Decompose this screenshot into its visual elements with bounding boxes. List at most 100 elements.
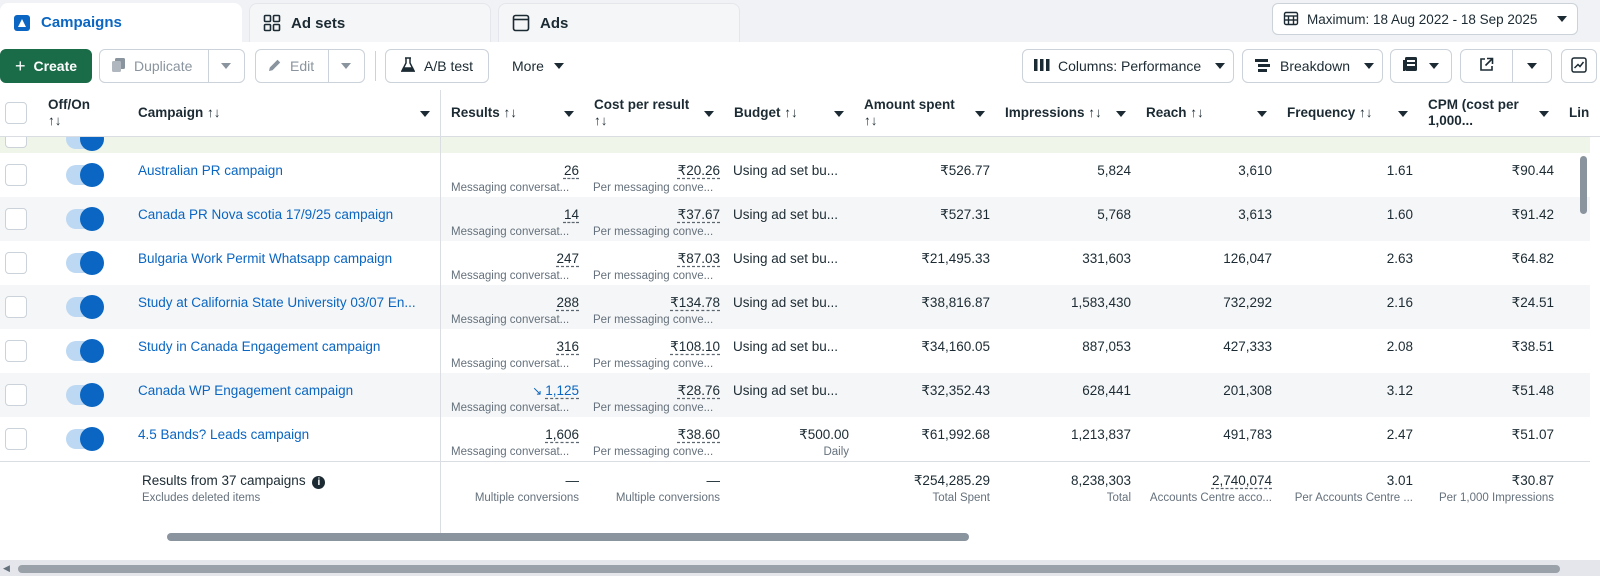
row-toggle[interactable]: [66, 207, 104, 231]
cpm-cell: ₹91.42: [1511, 207, 1554, 222]
tab-ad-sets[interactable]: Ad sets: [249, 3, 491, 42]
header-cpm[interactable]: CPM (cost per 1,000...: [1418, 90, 1559, 137]
chevron-down-icon[interactable]: [704, 111, 714, 117]
row-checkbox[interactable]: [5, 137, 27, 148]
summary-results: —: [565, 473, 580, 488]
row-toggle[interactable]: [66, 339, 104, 363]
columns-button[interactable]: Columns: Performance: [1022, 49, 1234, 83]
row-checkbox[interactable]: [5, 428, 27, 450]
chevron-down-icon[interactable]: [1116, 111, 1126, 117]
tab-campaigns[interactable]: Campaigns: [0, 3, 242, 42]
create-button[interactable]: + Create: [0, 49, 92, 83]
table-row[interactable]: Study at California State University 03/…: [0, 285, 1590, 329]
results-cell[interactable]: 26: [441, 163, 579, 178]
cost-per-result-cell[interactable]: ₹37.67: [584, 207, 720, 223]
results-cell[interactable]: 14: [441, 207, 579, 222]
duplicate-main[interactable]: Duplicate: [100, 50, 208, 82]
export-button[interactable]: [1460, 49, 1552, 83]
cost-per-result-cell[interactable]: ₹87.03: [584, 251, 720, 267]
results-cell[interactable]: 316: [441, 339, 579, 354]
amount-spent-cell: ₹61,992.68: [921, 427, 990, 442]
header-campaign[interactable]: Campaign ↑↓: [128, 90, 440, 137]
header-cost-per-result[interactable]: Cost per result ↑↓: [584, 90, 724, 137]
header-impressions[interactable]: Impressions ↑↓: [995, 90, 1136, 137]
results-cell[interactable]: 288: [441, 295, 579, 310]
more-button[interactable]: More: [512, 49, 564, 83]
breakdown-button[interactable]: Breakdown: [1242, 49, 1383, 83]
campaign-name-link[interactable]: Canada WP Engagement campaign: [138, 383, 353, 398]
row-checkbox[interactable]: [5, 164, 27, 186]
chevron-down-icon[interactable]: [1539, 111, 1549, 117]
chart-button[interactable]: [1561, 49, 1597, 83]
row-checkbox[interactable]: [5, 384, 27, 406]
cost-per-result-cell[interactable]: ₹20.26: [584, 163, 720, 179]
edit-button[interactable]: Edit: [255, 49, 365, 83]
date-range-picker[interactable]: Maximum: 18 Aug 2022 - 18 Sep 2025: [1272, 3, 1578, 35]
row-toggle[interactable]: [66, 427, 104, 451]
duplicate-button[interactable]: Duplicate: [99, 49, 245, 83]
scroll-left-icon[interactable]: ◀: [3, 563, 10, 574]
header-budget[interactable]: Budget ↑↓: [724, 90, 854, 137]
reports-button[interactable]: [1390, 49, 1452, 83]
chevron-down-icon[interactable]: [975, 111, 985, 117]
campaign-name-link[interactable]: Study in Canada Engagement campaign: [138, 339, 380, 354]
trend-chart-icon: [1571, 56, 1587, 76]
info-icon[interactable]: i: [312, 476, 326, 489]
table-row[interactable]: Australian PR campaign 26 Messaging conver…: [0, 153, 1590, 197]
header-frequency[interactable]: Frequency ↑↓: [1277, 90, 1418, 137]
summary-reach[interactable]: 2,740,074: [1136, 473, 1272, 488]
header-label: Impressions: [1005, 105, 1085, 120]
chevron-down-icon[interactable]: [564, 111, 574, 117]
cost-per-result-cell[interactable]: ₹38.60: [584, 427, 720, 443]
header-link-clicks[interactable]: Lin: [1559, 90, 1600, 137]
row-toggle[interactable]: [66, 295, 104, 319]
table-row[interactable]: Canada PR Nova scotia 17/9/25 campaign 14…: [0, 197, 1590, 241]
row-checkbox[interactable]: [5, 296, 27, 318]
results-subtext: Messaging conversat...: [451, 314, 570, 326]
row-toggle[interactable]: [66, 163, 104, 187]
ab-test-button[interactable]: A/B test: [385, 49, 489, 83]
table-vertical-scrollbar[interactable]: [1580, 156, 1587, 214]
header-off-on[interactable]: Off/On ↑↓: [38, 90, 128, 137]
campaign-name-link[interactable]: Australian PR campaign: [138, 163, 283, 178]
page-scroll-thumb[interactable]: [18, 565, 1560, 573]
row-toggle[interactable]: [66, 383, 104, 407]
campaign-name-link[interactable]: Study at California State University 03/…: [138, 295, 416, 310]
row-checkbox[interactable]: [5, 340, 27, 362]
results-cell[interactable]: 1,606: [441, 427, 579, 442]
duplicate-dropdown[interactable]: [209, 50, 244, 82]
table-row[interactable]: Study in Canada Engagement campaign 316 Me…: [0, 329, 1590, 373]
table-row[interactable]: 4.5 Bands? Leads campaign 1,606 Messaging …: [0, 417, 1590, 461]
frequency-cell: 2.63: [1386, 251, 1413, 266]
table-horizontal-scrollbar[interactable]: [167, 533, 969, 541]
row-toggle[interactable]: [66, 251, 104, 275]
cost-per-result-cell[interactable]: ₹108.10: [584, 339, 720, 355]
campaign-name-link[interactable]: 4.5 Bands? Leads campaign: [138, 427, 309, 442]
results-cell[interactable]: 247: [441, 251, 579, 266]
chevron-down-icon[interactable]: [420, 111, 430, 117]
row-toggle[interactable]: [66, 137, 104, 151]
select-all-checkbox[interactable]: [5, 102, 27, 124]
export-main[interactable]: [1461, 50, 1512, 82]
chevron-down-icon[interactable]: [834, 111, 844, 117]
chevron-down-icon[interactable]: [1398, 111, 1408, 117]
results-cell[interactable]: ↘ 1,125: [441, 383, 579, 398]
campaign-name-link[interactable]: Bulgaria Work Permit Whatsapp campaign: [138, 251, 392, 266]
table-row[interactable]: Canada WP Engagement campaign ↘ 1,125 Messa…: [0, 373, 1590, 417]
cost-per-result-cell[interactable]: ₹28.76: [584, 383, 720, 399]
table-row[interactable]: Bulgaria Work Permit Whatsapp campaign 24…: [0, 241, 1590, 285]
export-dropdown[interactable]: [1513, 50, 1551, 82]
header-results[interactable]: Results ↑↓: [441, 90, 584, 137]
page-horizontal-scrollbar[interactable]: ◀: [0, 560, 1600, 576]
tab-ads[interactable]: Ads: [498, 3, 740, 42]
campaign-name-link[interactable]: Canada PR Nova scotia 17/9/25 campaign: [138, 207, 393, 222]
header-reach[interactable]: Reach ↑↓: [1136, 90, 1277, 137]
edit-main[interactable]: Edit: [256, 50, 328, 82]
row-checkbox[interactable]: [5, 252, 27, 274]
chevron-down-icon[interactable]: [1257, 111, 1267, 117]
cost-per-result-cell[interactable]: ₹134.78: [584, 295, 720, 311]
header-amount-spent[interactable]: Amount spent ↑↓: [854, 90, 995, 137]
row-checkbox[interactable]: [5, 208, 27, 230]
edit-dropdown[interactable]: [329, 50, 364, 82]
cpm-cell: ₹90.44: [1511, 163, 1554, 178]
